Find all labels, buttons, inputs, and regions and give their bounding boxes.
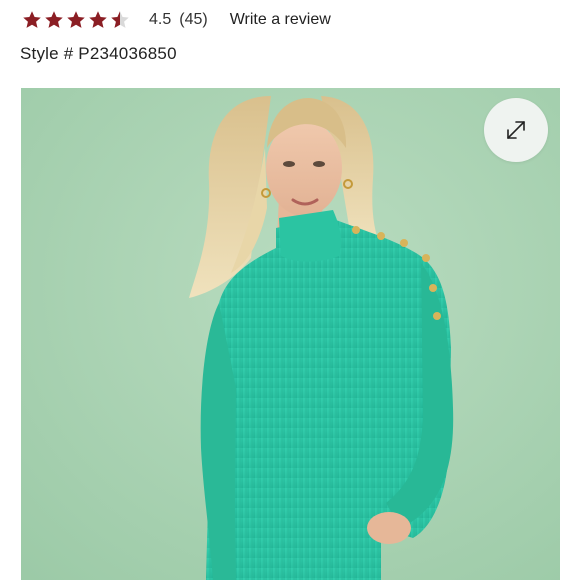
product-photo [21, 88, 560, 580]
star-full-icon [23, 11, 41, 28]
expand-arrows-icon [507, 121, 525, 139]
style-number: Style # P234036850 [20, 44, 177, 63]
rating-value: 4.5 [149, 11, 172, 28]
star-full-icon [67, 11, 85, 28]
star-full-icon [45, 11, 63, 28]
star-rating[interactable] [22, 10, 132, 30]
expand-image-button[interactable] [484, 98, 548, 162]
star-half-icon [111, 11, 129, 28]
rating-row: 4.5 (45) Write a review [22, 8, 331, 32]
star-full-icon [89, 11, 107, 28]
review-count[interactable]: (45) [179, 11, 207, 29]
product-image[interactable] [21, 88, 560, 580]
write-review-link[interactable]: Write a review [230, 11, 331, 29]
